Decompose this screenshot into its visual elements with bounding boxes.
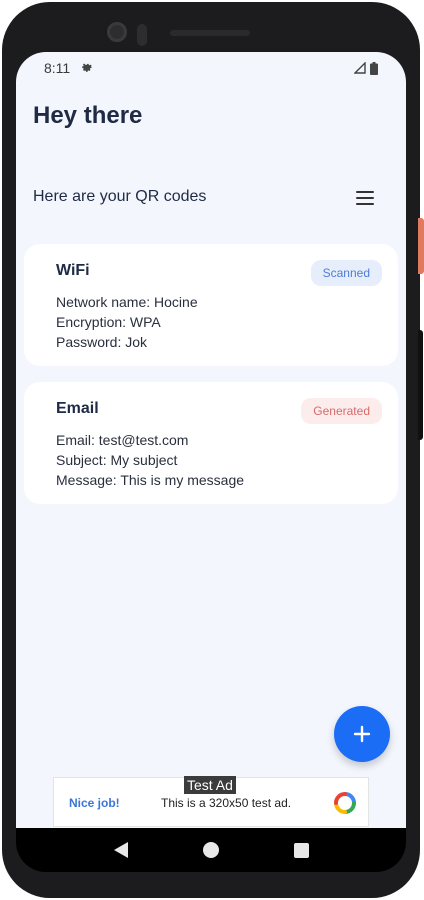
power-button — [418, 218, 424, 274]
status-badge: Generated — [301, 398, 382, 424]
status-time: 8:11 — [44, 60, 71, 76]
ad-tag: Test Ad — [184, 776, 236, 794]
app-screen: 8:11 Hey there Here are your QR codes Wi… — [16, 52, 406, 828]
signal-icon — [354, 62, 366, 74]
ad-banner[interactable]: Test Ad Nice job! This is a 320x50 test … — [53, 776, 369, 827]
ad-text: This is a 320x50 test ad. — [161, 796, 292, 810]
subtitle: Here are your QR codes — [33, 188, 207, 205]
menu-icon-line — [356, 203, 374, 205]
earpiece-speaker — [170, 30, 250, 36]
settings-icon — [80, 60, 94, 77]
page-title: Hey there — [33, 102, 143, 129]
back-icon[interactable] — [113, 842, 128, 858]
card-detail-line: Message: This is my message — [56, 472, 245, 488]
card-title: WiFi — [56, 262, 90, 279]
card-detail-line: Password: Jok — [56, 334, 148, 350]
menu-icon-line — [356, 197, 374, 199]
volume-button — [418, 330, 423, 440]
card-title: Email — [56, 400, 99, 417]
home-icon[interactable] — [202, 842, 219, 858]
qr-card-email[interactable]: Email Generated Email: test@test.com Sub… — [24, 382, 398, 504]
status-badge: Scanned — [310, 260, 382, 286]
ad-headline: Nice job! — [69, 796, 120, 810]
battery-icon — [370, 61, 378, 75]
plus-icon — [353, 725, 371, 743]
system-nav-bar — [16, 828, 406, 872]
card-detail-line: Network name: Hocine — [56, 294, 198, 310]
recent-apps-icon[interactable] — [293, 842, 309, 858]
card-details: Email: test@test.com Subject: My subject… — [56, 430, 244, 490]
ad-logo-icon — [334, 792, 356, 814]
status-bar: 8:11 — [16, 52, 406, 84]
status-icons — [354, 61, 378, 75]
card-details: Network name: Hocine Encryption: WPA Pas… — [56, 292, 198, 352]
card-detail-line: Email: test@test.com — [56, 432, 189, 448]
front-camera — [107, 22, 127, 42]
qr-card-wifi[interactable]: WiFi Scanned Network name: Hocine Encryp… — [24, 244, 398, 366]
card-detail-line: Encryption: WPA — [56, 314, 161, 330]
menu-icon-line — [356, 191, 374, 193]
add-qr-button[interactable] — [334, 706, 390, 762]
menu-button[interactable] — [350, 186, 380, 210]
sensor — [137, 24, 147, 46]
card-detail-line: Subject: My subject — [56, 452, 178, 468]
